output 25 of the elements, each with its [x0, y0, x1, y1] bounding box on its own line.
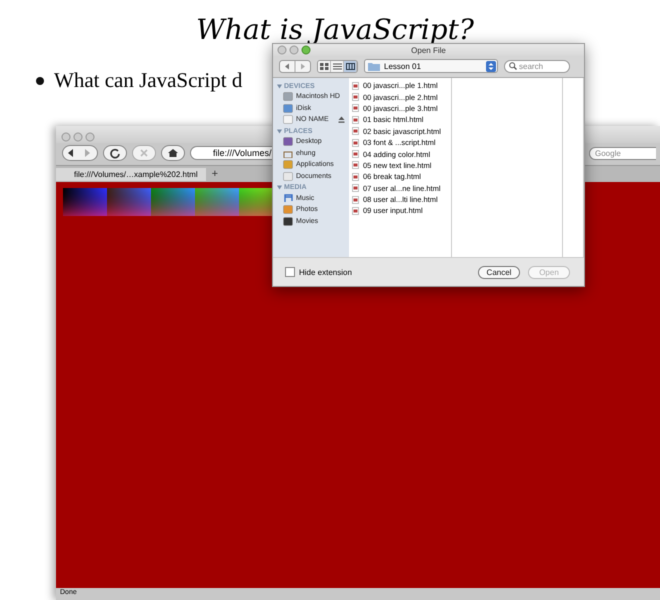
- bullet-text: What can JavaScript d: [54, 68, 242, 93]
- stepper-icon: [486, 60, 496, 72]
- bullet-icon: [36, 76, 44, 84]
- browser-tab[interactable]: file:///Volumes/…xample%202.html: [56, 168, 206, 180]
- disclosure-triangle-icon[interactable]: [277, 84, 282, 88]
- disclosure-triangle-icon[interactable]: [277, 128, 282, 134]
- search-field[interactable]: Google: [589, 146, 656, 160]
- columns-view-button[interactable]: [344, 60, 357, 72]
- search-icon: [509, 62, 517, 70]
- reload-button[interactable]: [103, 145, 127, 161]
- list-view-button[interactable]: [331, 60, 344, 72]
- icons-view-button[interactable]: [318, 60, 331, 72]
- dialog-title: Open File: [411, 46, 446, 54]
- dialog-button[interactable]: Cancel: [478, 266, 520, 278]
- new-tab-button[interactable]: +: [206, 168, 224, 180]
- slide-title: What is JavaScript?: [195, 14, 475, 46]
- search-field[interactable]: search: [504, 60, 570, 72]
- folder-icon: [368, 62, 380, 70]
- back-forward-button[interactable]: [62, 145, 98, 161]
- folder-dropdown[interactable]: Lesson 01: [364, 59, 498, 73]
- window-controls-icon[interactable]: [277, 45, 311, 55]
- eject-icon[interactable]: [338, 116, 345, 123]
- hide-extension-checkbox[interactable]: Hide extension: [285, 267, 352, 277]
- home-button[interactable]: [161, 145, 185, 161]
- disclosure-triangle-icon[interactable]: [277, 185, 282, 190]
